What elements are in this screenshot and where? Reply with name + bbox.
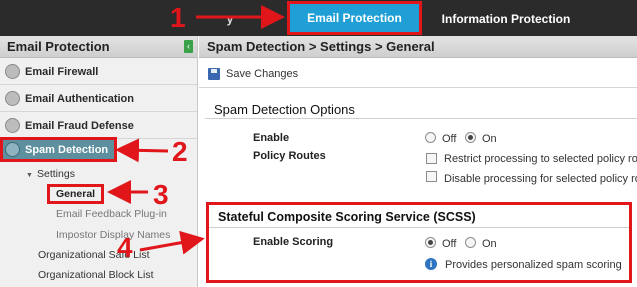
disable-processing-checkbox[interactable] — [426, 171, 437, 182]
enable-off-label: Off — [442, 133, 457, 145]
expand-caret-icon[interactable]: ▼ — [26, 172, 33, 179]
sidebar-item-email-authentication[interactable]: Email Authentication — [0, 86, 197, 112]
section-divider — [205, 118, 637, 119]
enable-label: Enable — [253, 132, 290, 144]
sidebar-item-email-firewall[interactable]: Email Firewall — [0, 59, 197, 85]
section-title-scss: Stateful Composite Scoring Service (SCSS… — [218, 210, 476, 224]
save-icon[interactable] — [208, 68, 220, 80]
tree-item-general[interactable]: General — [47, 184, 105, 204]
policy-routes-label: Policy Routes — [253, 150, 326, 162]
scoring-off-radio[interactable] — [425, 237, 436, 248]
breadcrumb: Spam Detection > Settings > General — [199, 36, 637, 58]
enable-off-radio[interactable] — [425, 132, 436, 143]
scss-section: Stateful Composite Scoring Service (SCSS… — [206, 202, 632, 283]
page-title: Spam Detection > Settings > General — [207, 39, 435, 54]
annotation-number-1: 1 — [170, 2, 186, 33]
sidebar-title: Email Protection — [7, 39, 110, 54]
tree-item-email-feedback-plugin[interactable]: Email Feedback Plug-in — [56, 208, 167, 220]
restrict-processing-label: Restrict processing to selected policy r… — [444, 153, 637, 165]
left-sidebar: Email Protection ‹ Email Firewall Email … — [0, 36, 198, 287]
sidebar-header: Email Protection ‹ — [0, 36, 197, 58]
fraud-defense-icon — [5, 118, 20, 133]
annotation-number-4: 4 — [117, 232, 133, 263]
annotation-number-3: 3 — [153, 179, 169, 210]
enable-on-label: On — [482, 133, 497, 145]
sidebar-item-label: Spam Detection — [25, 144, 109, 156]
restrict-processing-checkbox[interactable] — [426, 153, 437, 164]
sidebar-item-label: Email Fraud Defense — [25, 120, 134, 132]
save-changes-button[interactable]: Save Changes — [226, 68, 298, 80]
enable-scoring-label: Enable Scoring — [253, 236, 334, 248]
info-icon: i — [425, 258, 437, 270]
scoring-on-label: On — [482, 238, 497, 250]
section-title-spam-options: Spam Detection Options — [214, 102, 355, 117]
scss-info-text: Provides personalized spam scoring — [445, 259, 622, 271]
sidebar-item-label: Email Firewall — [25, 66, 99, 78]
section-divider — [209, 227, 629, 228]
enable-on-radio[interactable] — [465, 132, 476, 143]
disable-processing-label: Disable processing for selected policy r… — [444, 173, 637, 185]
scoring-off-label: Off — [442, 238, 457, 250]
sidebar-item-email-fraud-defense[interactable]: Email Fraud Defense — [0, 113, 197, 139]
sidebar-item-label: Email Authentication — [25, 93, 134, 105]
tree-item-impostor-display-names[interactable]: Impostor Display Names — [56, 229, 170, 241]
tab-email-protection[interactable]: Email Protection — [287, 1, 422, 35]
toolbar: Save Changes — [199, 58, 637, 88]
top-navigation-bar: y Email Protection Information Protectio… — [0, 0, 637, 36]
scoring-on-radio[interactable] — [465, 237, 476, 248]
authentication-icon — [5, 91, 20, 106]
annotation-number-2: 2 — [172, 136, 188, 167]
funnel-icon — [5, 142, 20, 157]
sidebar-item-spam-detection[interactable]: Spam Detection — [0, 137, 117, 162]
tree-item-organizational-block-list[interactable]: Organizational Block List — [38, 269, 154, 281]
tab-partial[interactable]: y — [200, 2, 260, 36]
tree-item-settings[interactable]: Settings — [37, 168, 75, 180]
firewall-icon — [5, 64, 20, 79]
main-content: Spam Detection > Settings > General Save… — [199, 36, 637, 287]
collapse-sidebar-icon[interactable]: ‹ — [184, 40, 193, 53]
tab-information-protection[interactable]: Information Protection — [426, 2, 586, 36]
